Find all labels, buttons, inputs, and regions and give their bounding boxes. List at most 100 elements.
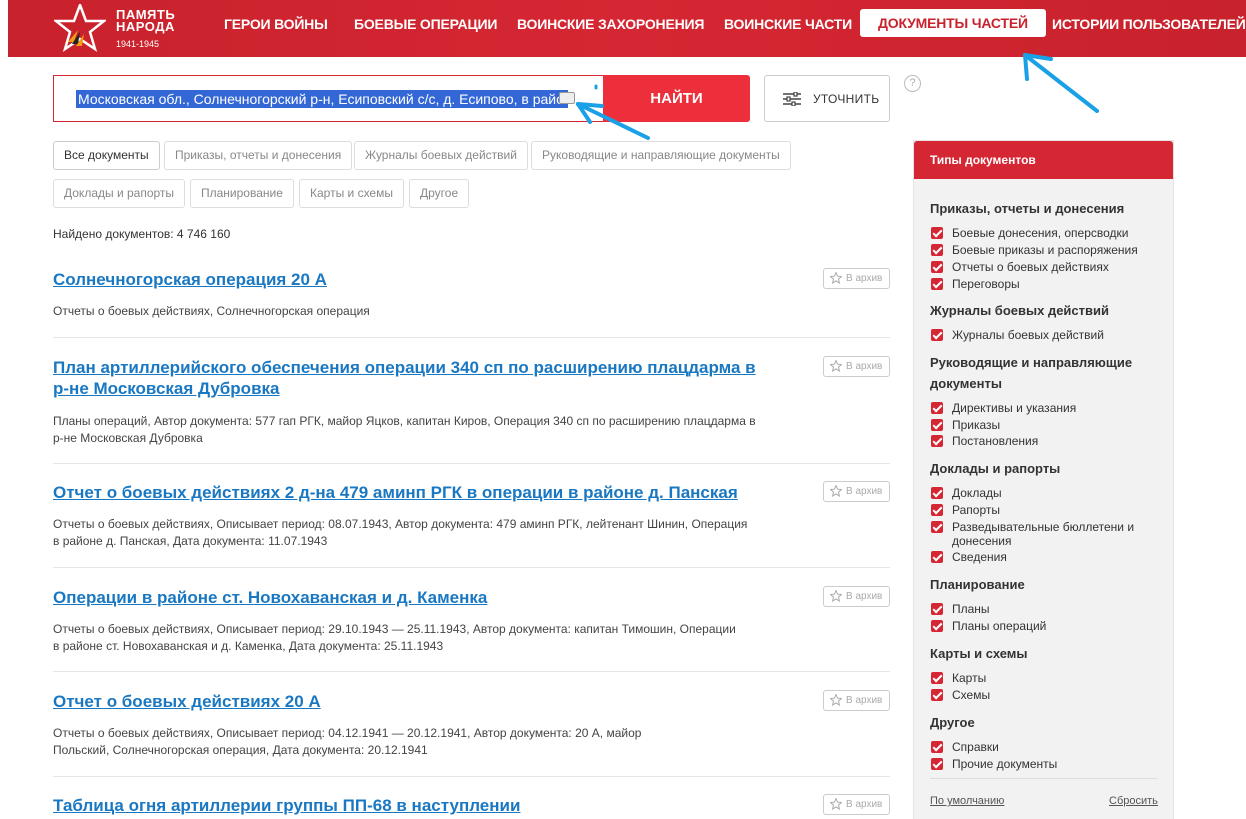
refine-button[interactable]: УТОЧНИТЬ [764,75,890,122]
group-title: Карты и схемы [930,646,1028,661]
filter-other[interactable]: Другое [409,179,470,208]
checkbox-checked[interactable] [931,244,943,256]
checkbox-checked[interactable] [931,741,943,753]
site-logo[interactable]: ПАМЯТЬ НАРОДА 1941-1945 [54,4,194,52]
checkbox-label[interactable]: Разведывательные бюллетени и донесения [952,520,1142,548]
checkbox-label[interactable]: Директивы и указания [952,401,1152,415]
archive-label: В архив [846,591,883,602]
checkbox-checked[interactable] [931,672,943,684]
archive-label: В архив [846,695,883,706]
checkbox-checked[interactable] [931,689,943,701]
filter-war-journals[interactable]: Журналы боевых действий [354,141,528,170]
refine-label: УТОЧНИТЬ [813,92,880,106]
checkbox-checked[interactable] [931,603,943,615]
checkbox-label[interactable]: Постановления [952,434,1152,448]
result-title[interactable]: Отчет о боевых действиях 2 д-на 479 амин… [53,482,813,503]
checkbox-label[interactable]: Сведения [952,550,1152,564]
result-title[interactable]: Отчет о боевых действиях 20 А [53,691,773,712]
checkbox-checked[interactable] [931,419,943,431]
checkbox-checked[interactable] [931,435,943,447]
nav-user-stories[interactable]: ИСТОРИИ ПОЛЬЗОВАТЕЛЕЙ [1052,16,1246,32]
star-icon [830,485,842,497]
checkbox-label[interactable]: Справки [952,740,1152,754]
nav-heroes[interactable]: ГЕРОИ ВОЙНЫ [224,16,328,32]
result-title[interactable]: План артиллерийского обеспечения операци… [53,357,773,399]
checkbox-label[interactable]: Журналы боевых действий [952,328,1152,342]
checkbox-checked[interactable] [931,329,943,341]
logo-line-2: НАРОДА [116,19,175,34]
annotation-arrow-icon [1023,53,1099,113]
result-description: Отчеты о боевых действиях, Описывает пер… [53,622,736,653]
sliders-icon [783,92,801,106]
checkbox-checked[interactable] [931,227,943,239]
checkbox-label[interactable]: Прочие документы [952,757,1152,771]
filter-reports[interactable]: Доклады и рапорты [53,179,186,208]
nav-operations[interactable]: БОЕВЫЕ ОПЕРАЦИИ [354,16,497,32]
checkbox-label[interactable]: Планы операций [952,619,1152,633]
star-icon [830,590,842,602]
checkbox-checked[interactable] [931,551,943,563]
archive-button[interactable]: В архив [823,356,890,377]
checkbox-label[interactable]: Доклады [952,486,1152,500]
result-title[interactable]: Таблица огня артиллерии группы ПП-68 в н… [53,795,773,816]
nav-burials[interactable]: ВОИНСКИЕ ЗАХОРОНЕНИЯ [517,16,704,32]
checkbox-checked[interactable] [931,278,943,290]
result-item: Солнечногорская операция 20 А Отчеты о б… [53,262,890,338]
nav-units[interactable]: ВОИНСКИЕ ЧАСТИ [724,16,852,32]
filter-all-documents[interactable]: Все документы [53,141,160,170]
checkbox-label[interactable]: Планы [952,602,1152,616]
group-title: Планирование [930,577,1025,592]
reset-link[interactable]: Сбросить [1109,795,1158,807]
checkbox-label[interactable]: Приказы [952,418,1152,432]
result-item: Отчет о боевых действиях 2 д-на 479 амин… [53,464,890,568]
group-title: Доклады и рапорты [930,461,1061,476]
result-item: Таблица огня артиллерии группы ПП-68 в н… [53,777,890,819]
checkbox-label[interactable]: Боевые донесения, оперсводки [952,226,1152,240]
group-title: Журналы боевых действий [930,303,1109,318]
checkbox-label[interactable]: Карты [952,671,1152,685]
result-title[interactable]: Операции в районе ст. Новохаванская и д.… [53,587,773,608]
default-link[interactable]: По умолчанию [930,795,1004,807]
result-item: Отчет о боевых действиях 20 А Отчеты о б… [53,672,890,777]
star-icon [830,798,842,810]
star-icon [830,272,842,284]
archive-label: В архив [846,799,883,810]
checkbox-label[interactable]: Схемы [952,688,1152,702]
star-icon [830,694,842,706]
filter-orders-reports[interactable]: Приказы, отчеты и донесения [164,141,353,170]
star-logo-icon [54,4,106,52]
checkbox-label[interactable]: Переговоры [952,277,1152,291]
filter-maps[interactable]: Карты и схемы [299,179,404,208]
nav-unit-documents[interactable]: ДОКУМЕНТЫ ЧАСТЕЙ [860,9,1046,37]
search-input[interactable]: Московская обл., Солнечногорский р-н, Ес… [53,75,603,122]
search-input-value: Московская обл., Солнечногорский р-н, Ес… [76,90,568,108]
star-icon [830,360,842,372]
archive-button[interactable]: В архив [823,690,890,711]
checkbox-checked[interactable] [931,521,943,533]
archive-button[interactable]: В архив [823,268,890,289]
archive-button[interactable]: В архив [823,794,890,815]
archive-label: В архив [846,273,883,284]
checkbox-label[interactable]: Рапорты [952,503,1152,517]
checkbox-checked[interactable] [931,758,943,770]
archive-button[interactable]: В архив [823,586,890,607]
divider [930,778,1157,779]
group-title: Приказы, отчеты и донесения [930,201,1125,216]
document-types-sidebar: Типы документов Приказы, отчеты и донесе… [913,140,1174,819]
help-icon[interactable]: ? [904,75,921,92]
archive-label: В архив [846,361,883,372]
result-description: Отчеты о боевых действиях, Описывает пер… [53,517,748,548]
result-description: Планы операций, Автор документа: 577 гап… [53,414,756,445]
checkbox-label[interactable]: Отчеты о боевых действиях [952,260,1152,274]
checkbox-checked[interactable] [931,402,943,414]
archive-label: В архив [846,486,883,497]
checkbox-checked[interactable] [931,261,943,273]
checkbox-checked[interactable] [931,620,943,632]
filter-planning[interactable]: Планирование [190,179,294,208]
checkbox-checked[interactable] [931,504,943,516]
result-title[interactable]: Солнечногорская операция 20 А [53,269,773,290]
result-item: План артиллерийского обеспечения операци… [53,338,890,464]
checkbox-label[interactable]: Боевые приказы и распоряжения [952,243,1152,257]
archive-button[interactable]: В архив [823,481,890,502]
checkbox-checked[interactable] [931,487,943,499]
